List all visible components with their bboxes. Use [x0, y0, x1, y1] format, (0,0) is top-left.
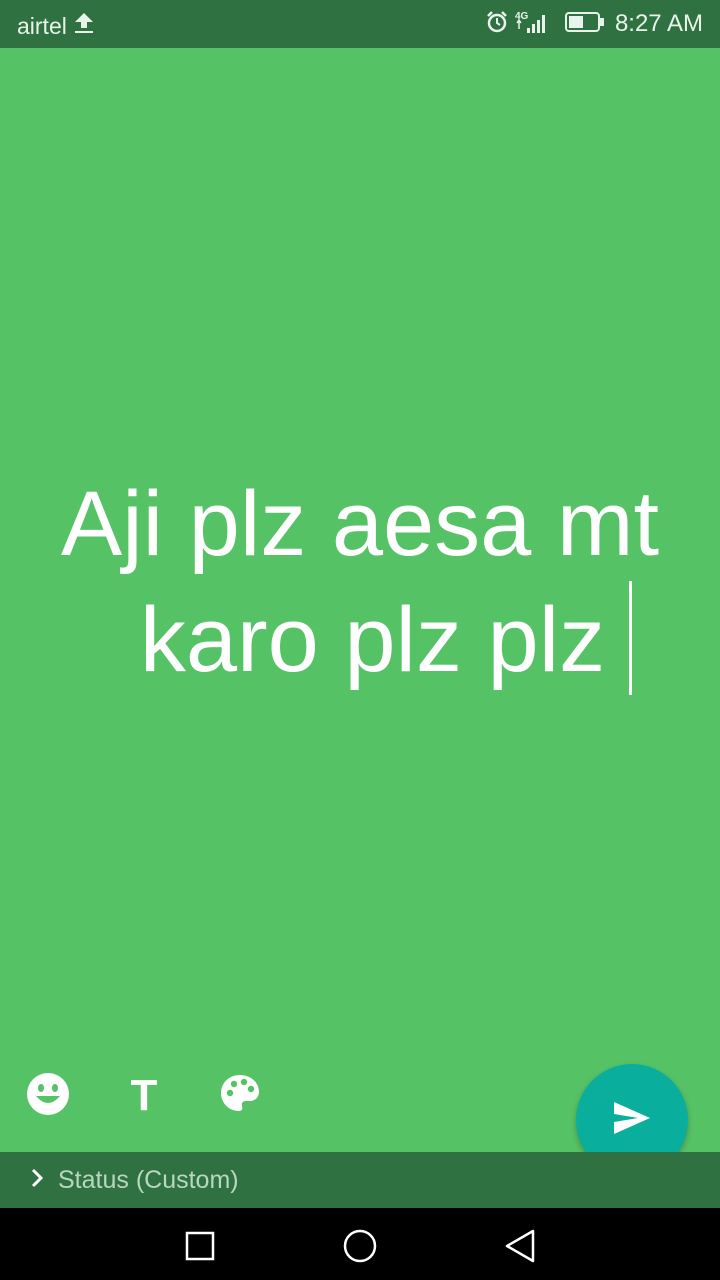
status-text-input[interactable]: Aji plz aesa mt karo plz plz — [20, 468, 700, 697]
home-icon — [343, 1229, 377, 1263]
status-bar: airtel 4G 8:27 AM — [0, 0, 720, 48]
privacy-label: Status (Custom) — [58, 1165, 239, 1194]
status-text-line: karo plz plz — [139, 589, 606, 691]
carrier-group: airtel — [17, 11, 95, 41]
emoji-button[interactable] — [24, 1072, 72, 1120]
back-icon — [505, 1229, 535, 1263]
send-icon — [612, 1100, 652, 1141]
upload-icon — [73, 11, 95, 41]
carrier-name: airtel — [17, 12, 67, 39]
status-text-line-2: karo plz plz — [20, 581, 700, 697]
text-style-icon: T — [130, 1071, 158, 1120]
status-text-line: Aji plz aesa mt — [60, 473, 660, 575]
palette-icon — [219, 1073, 261, 1120]
text-cursor — [629, 581, 633, 695]
navigation-bar — [0, 1208, 720, 1280]
font-style-button[interactable]: T — [120, 1072, 168, 1120]
chevron-right-icon — [30, 1167, 44, 1194]
status-icons: 4G 8:27 AM — [479, 9, 703, 39]
network-type: 4G — [515, 11, 529, 22]
clock: 8:27 AM — [614, 10, 703, 37]
alarm-icon — [485, 10, 509, 39]
signal-icon: 4G — [515, 9, 553, 40]
status-privacy-bar[interactable]: Status (Custom) — [0, 1152, 720, 1208]
recents-icon — [185, 1231, 215, 1261]
back-button[interactable] — [500, 1226, 540, 1266]
color-palette-button[interactable] — [216, 1072, 264, 1120]
emoji-icon — [26, 1072, 70, 1121]
battery-icon — [564, 11, 605, 38]
recents-button[interactable] — [180, 1226, 220, 1266]
home-button[interactable] — [340, 1226, 380, 1266]
